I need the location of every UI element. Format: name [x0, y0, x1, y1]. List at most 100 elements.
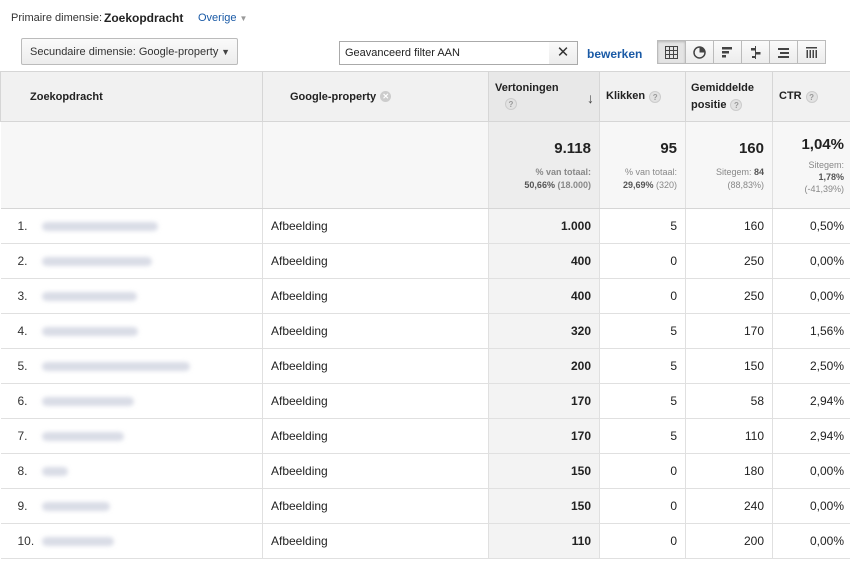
impressions-cell: 170	[488, 383, 600, 419]
table-view-button[interactable]	[657, 40, 686, 64]
advanced-filter-field[interactable]: Geavanceerd filter AAN	[339, 41, 550, 65]
edit-filter-link[interactable]: bewerken	[587, 47, 642, 61]
table-row[interactable]: 4. Afbeelding 320 5 170 1,56%	[0, 313, 850, 349]
row-index: 8.	[17, 464, 28, 478]
help-icon[interactable]: ?	[805, 90, 818, 103]
primary-dimension-value[interactable]: Zoekopdracht	[104, 11, 183, 25]
view-switcher	[657, 40, 826, 64]
table-row[interactable]: 8. Afbeelding 150 0 180 0,00%	[0, 453, 850, 489]
totals-position: 160 Sitegem: 84 (88,83%)	[685, 121, 773, 209]
primary-dimension-bar: Primaire dimensie: Zoekopdracht Overige ▼	[0, 0, 850, 36]
table-row[interactable]: 1. Afbeelding 1.000 5 160 0,50%	[0, 208, 850, 244]
ctr-cell: 2,94%	[772, 418, 850, 454]
col-header-impressions[interactable]: Vertoningen ? ↓	[488, 71, 600, 122]
query-cell[interactable]: 2.	[0, 243, 263, 279]
col-header-property[interactable]: Google-property ✕	[262, 71, 489, 122]
table-row[interactable]: 5. Afbeelding 200 5 150 2,50%	[0, 348, 850, 384]
property-cell: Afbeelding	[262, 208, 489, 244]
pie-view-button[interactable]	[685, 40, 714, 64]
redacted-query[interactable]	[41, 362, 190, 372]
table-row[interactable]: 6. Afbeelding 170 5 58 2,94%	[0, 383, 850, 419]
query-cell[interactable]: 8.	[0, 453, 263, 489]
col-header-clicks[interactable]: Klikken?	[599, 71, 686, 122]
redacted-query[interactable]	[41, 432, 124, 442]
remove-dimension-icon[interactable]: ✕	[380, 91, 392, 103]
totals-impressions: 9.118 % van totaal: 50,66% (18.000)	[488, 121, 600, 209]
property-cell: Afbeelding	[262, 348, 489, 384]
impressions-cell: 150	[488, 488, 600, 524]
redacted-query[interactable]	[41, 222, 158, 232]
position-cell: 200	[685, 523, 773, 559]
totals-query-cell	[0, 121, 263, 209]
ctr-cell: 0,00%	[772, 243, 850, 279]
redacted-query[interactable]	[41, 502, 110, 512]
bar-view-button[interactable]	[713, 40, 742, 64]
col-impressions-label: Vertoningen	[495, 82, 559, 94]
row-index: 7.	[17, 429, 28, 443]
property-cell: Afbeelding	[262, 243, 489, 279]
query-cell[interactable]: 5.	[0, 348, 263, 384]
redacted-query[interactable]	[41, 327, 138, 337]
query-cell[interactable]: 1.	[0, 208, 263, 244]
property-cell: Afbeelding	[262, 488, 489, 524]
query-cell[interactable]: 10.	[0, 523, 263, 559]
clicks-cell: 5	[599, 313, 686, 349]
redacted-query[interactable]	[41, 537, 114, 547]
query-cell[interactable]: 3.	[0, 278, 263, 314]
property-cell: Afbeelding	[262, 313, 489, 349]
property-cell: Afbeelding	[262, 523, 489, 559]
table-row[interactable]: 10. Afbeelding 110 0 200 0,00%	[0, 523, 850, 559]
secondary-dimension-select[interactable]: Secundaire dimensie: Google-property ▼	[21, 38, 238, 65]
totals-impressions-value: 9.118	[554, 140, 591, 157]
impressions-cell: 110	[488, 523, 600, 559]
redacted-query[interactable]	[41, 292, 137, 302]
help-icon[interactable]: ?	[730, 98, 743, 111]
table-row[interactable]: 3. Afbeelding 400 0 250 0,00%	[0, 278, 850, 314]
primary-dimension-label: Primaire dimensie:	[11, 12, 103, 24]
table-row[interactable]: 2. Afbeelding 400 0 250 0,00%	[0, 243, 850, 279]
clicks-cell: 5	[599, 418, 686, 454]
col-ctr-label: CTR	[779, 90, 802, 103]
clear-filter-button[interactable]: ✕	[549, 41, 578, 65]
col-header-query[interactable]: Zoekopdracht	[0, 71, 263, 122]
position-cell: 110	[685, 418, 773, 454]
table-view-icon	[665, 45, 678, 59]
pivot-view-button[interactable]	[769, 40, 798, 64]
other-dimension-dropdown[interactable]: Overige ▼	[198, 12, 247, 24]
query-cell[interactable]: 9.	[0, 488, 263, 524]
totals-clicks-sub: % van totaal: 29,69% (320)	[622, 167, 677, 190]
totals-ctr-value: 1,04%	[801, 136, 844, 153]
table-row[interactable]: 7. Afbeelding 170 5 110 2,94%	[0, 418, 850, 454]
clicks-cell: 0	[599, 243, 686, 279]
impressions-cell: 320	[488, 313, 600, 349]
query-cell[interactable]: 6.	[0, 383, 263, 419]
table-row[interactable]: 9. Afbeelding 150 0 240 0,00%	[0, 488, 850, 524]
pie-view-icon	[693, 45, 706, 59]
impressions-cell: 1.000	[488, 208, 600, 244]
col-header-position[interactable]: Gemiddelde positie?	[685, 71, 773, 122]
ctr-cell: 0,00%	[772, 523, 850, 559]
row-index: 4.	[17, 324, 28, 338]
bar-view-icon	[722, 46, 732, 57]
term-cloud-view-button[interactable]	[797, 40, 826, 64]
redacted-query[interactable]	[41, 397, 134, 407]
redacted-query[interactable]	[41, 257, 152, 267]
col-header-ctr[interactable]: CTR?	[772, 71, 850, 122]
col-position-label-1: Gemiddelde	[691, 81, 754, 94]
comparison-view-button[interactable]	[741, 40, 770, 64]
help-icon[interactable]: ?	[505, 98, 517, 110]
clicks-cell: 5	[599, 383, 686, 419]
col-clicks-label: Klikken	[606, 90, 646, 103]
row-index: 9.	[17, 499, 28, 513]
close-icon: ✕	[556, 44, 570, 61]
col-position-label-2: positie	[691, 98, 727, 111]
totals-position-value: 160	[738, 140, 764, 157]
position-cell: 160	[685, 208, 773, 244]
redacted-query[interactable]	[41, 467, 68, 477]
property-cell: Afbeelding	[262, 418, 489, 454]
totals-impressions-sub: % van totaal: 50,66% (18.000)	[524, 167, 591, 190]
query-cell[interactable]: 4.	[0, 313, 263, 349]
position-cell: 240	[685, 488, 773, 524]
help-icon[interactable]: ?	[649, 90, 662, 103]
query-cell[interactable]: 7.	[0, 418, 263, 454]
